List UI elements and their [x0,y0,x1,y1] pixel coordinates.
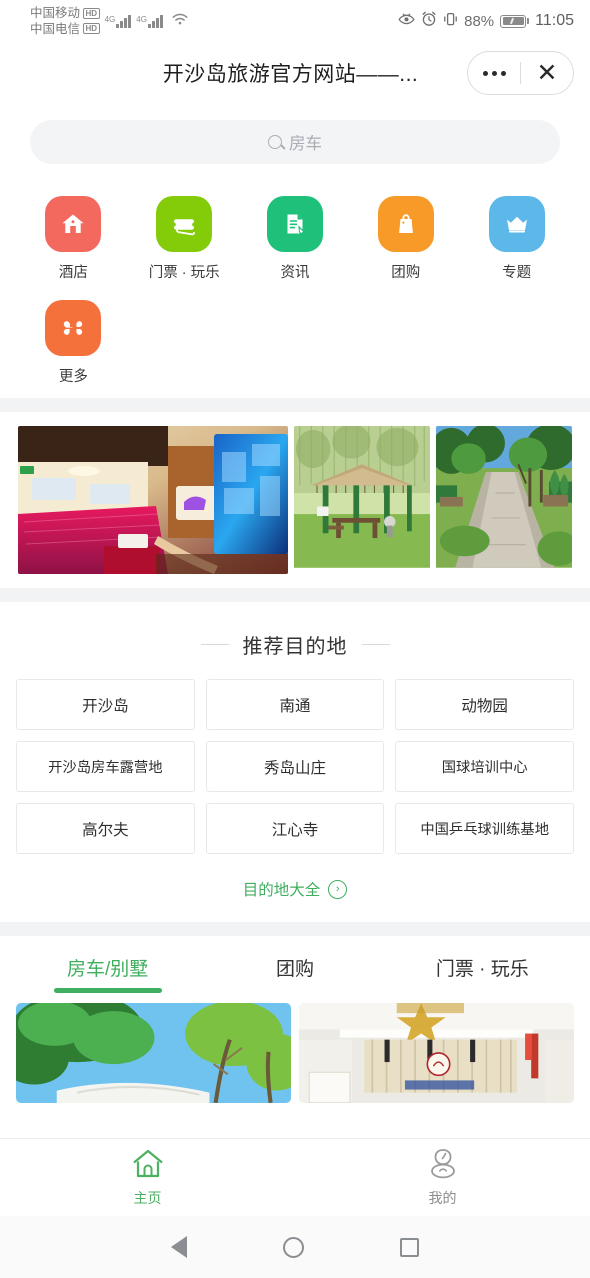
destination-tile[interactable]: 高尔夫 [16,803,195,854]
destination-more-link[interactable]: 目的地大全 › [0,854,590,922]
banner-photo-strip [0,412,590,588]
home-outline-icon [131,1148,165,1184]
tab-label: 团购 [275,959,314,980]
status-bar-right: 88% 11:05 [398,11,574,31]
network-type-2-label: 4G [136,14,147,24]
tab-label: 房车/别墅 [67,959,149,980]
page-title: 开沙岛旅游官方网站——... [162,63,419,86]
search-placeholder: 房车 [289,135,322,153]
header-dash-left [200,644,229,645]
search-icon [268,135,282,149]
wifi-icon [171,12,189,30]
carrier-secondary-hd-badge: HD [83,23,100,35]
tab-active-indicator [53,988,162,993]
signal-group-2: 4G [136,14,163,28]
carrier-secondary-label: 中国电信 [30,21,81,36]
bottom-nav-label: 我的 [428,1189,457,1206]
tab-rv-villa[interactable]: 房车/别墅 [14,936,201,993]
tab-label: 门票 · 玩乐 [435,959,529,980]
more-options-icon[interactable] [468,52,520,94]
user-outline-icon [426,1148,460,1184]
clover-grid-icon [45,300,102,356]
bottom-navigation: 主页 我的 [0,1138,590,1216]
quick-entry-news[interactable]: 资讯 [240,186,351,290]
crown-icon [488,196,545,252]
destination-tile[interactable]: 江心寺 [205,803,385,854]
signal-bars-2-icon [147,14,163,28]
carrier-primary-label: 中国移动 [30,6,81,21]
quick-entry-label: 专题 [502,265,532,281]
listing-card-row [0,993,590,1103]
ticket-icon [156,196,213,252]
status-bar-left: 中国移动 HD 中国电信 HD 4G 4G [30,6,189,36]
carrier-primary-hd-badge: HD [83,7,100,19]
phone-screen: 中国移动 HD 中国电信 HD 4G 4G 88% 11:05 开沙岛旅游官方网… [0,0,590,1278]
shopping-bag-icon [377,196,434,252]
destination-tile[interactable]: 开沙岛房车露营地 [16,741,195,792]
hall-interior-card[interactable] [299,1003,574,1103]
android-navigation-bar [0,1216,590,1278]
bottom-nav-mine[interactable]: 我的 [295,1148,590,1208]
gazebo-photo[interactable] [294,426,430,574]
quick-entry-topics[interactable]: 专题 [461,186,572,290]
section-divider [0,398,590,412]
search-section: 房车 [0,104,590,178]
rv-interior-photo[interactable] [18,426,288,574]
quick-entry-more[interactable]: 更多 [18,290,129,394]
destination-tile[interactable]: 动物园 [395,679,574,730]
clock-label: 11:05 [535,12,574,29]
eye-comfort-icon [398,12,415,31]
content-tabs: 房车/别墅 团购 门票 · 玩乐 [0,936,590,993]
battery-icon [500,14,530,28]
destination-tile[interactable]: 开沙岛 [16,679,195,730]
quick-entry-groupbuy[interactable]: 团购 [350,186,461,290]
quick-entry-label: 团购 [391,265,421,281]
home-icon [45,196,102,252]
vibrate-icon [443,11,458,31]
destination-more-label: 目的地大全 [242,882,321,899]
battery-percent-label: 88% [464,12,495,30]
quick-entry-label: 酒店 [58,265,88,281]
page-content: 房车 酒店 门票 · 玩乐 资讯 团购 专题 更多 推荐目的地 开沙岛 南通 动… [0,104,590,1138]
chevron-right-circle-icon: › [328,879,348,899]
network-type-1-label: 4G [104,14,116,24]
quick-entry-label: 更多 [58,369,88,385]
tree-path-photo[interactable] [436,426,572,574]
header-dash-right [361,644,390,645]
section-divider-3 [0,922,590,936]
destination-tile[interactable]: 秀岛山庄 [205,741,385,792]
quick-entry-label: 资讯 [280,265,310,281]
alarm-clock-icon [421,11,437,31]
close-icon[interactable]: ✕ [521,52,573,94]
destination-tile[interactable]: 中国乒乓球训练基地 [395,803,574,854]
destination-grid: 开沙岛 南通 动物园 开沙岛房车露营地 秀岛山庄 国球培训中心 高尔夫 江心寺 … [0,679,590,854]
back-triangle-icon[interactable] [171,1236,187,1258]
section-divider-2 [0,588,590,602]
tree-sky-card[interactable] [16,1003,291,1103]
signal-bars-1-icon [116,14,132,28]
carrier-labels: 中国移动 HD 中国电信 HD [30,6,100,36]
bottom-nav-home[interactable]: 主页 [0,1148,295,1208]
window-title-bar: 开沙岛旅游官方网站——... ✕ [0,42,590,104]
signal-group-1: 4G [104,14,132,28]
quick-entry-hotel[interactable]: 酒店 [18,186,129,290]
bottom-nav-label: 主页 [133,1189,162,1206]
quick-entry-label: 门票 · 玩乐 [148,265,220,281]
document-edit-icon [266,196,323,252]
status-bar: 中国移动 HD 中国电信 HD 4G 4G 88% 11:05 [0,0,590,42]
destination-section-header: 推荐目的地 [0,602,590,679]
quick-entry-grid: 酒店 门票 · 玩乐 资讯 团购 专题 更多 [0,178,590,398]
tab-groupbuy[interactable]: 团购 [201,936,388,993]
window-controls: ✕ [467,51,574,95]
tab-tickets-fun[interactable]: 门票 · 玩乐 [389,936,576,993]
destination-section-title: 推荐目的地 [242,636,348,658]
destination-tile[interactable]: 国球培训中心 [395,741,574,792]
quick-entry-tickets[interactable]: 门票 · 玩乐 [129,186,240,290]
destination-tile[interactable]: 南通 [205,679,385,730]
recents-square-icon[interactable] [400,1237,419,1257]
home-circle-icon[interactable] [283,1236,304,1258]
search-input[interactable]: 房车 [30,120,560,164]
